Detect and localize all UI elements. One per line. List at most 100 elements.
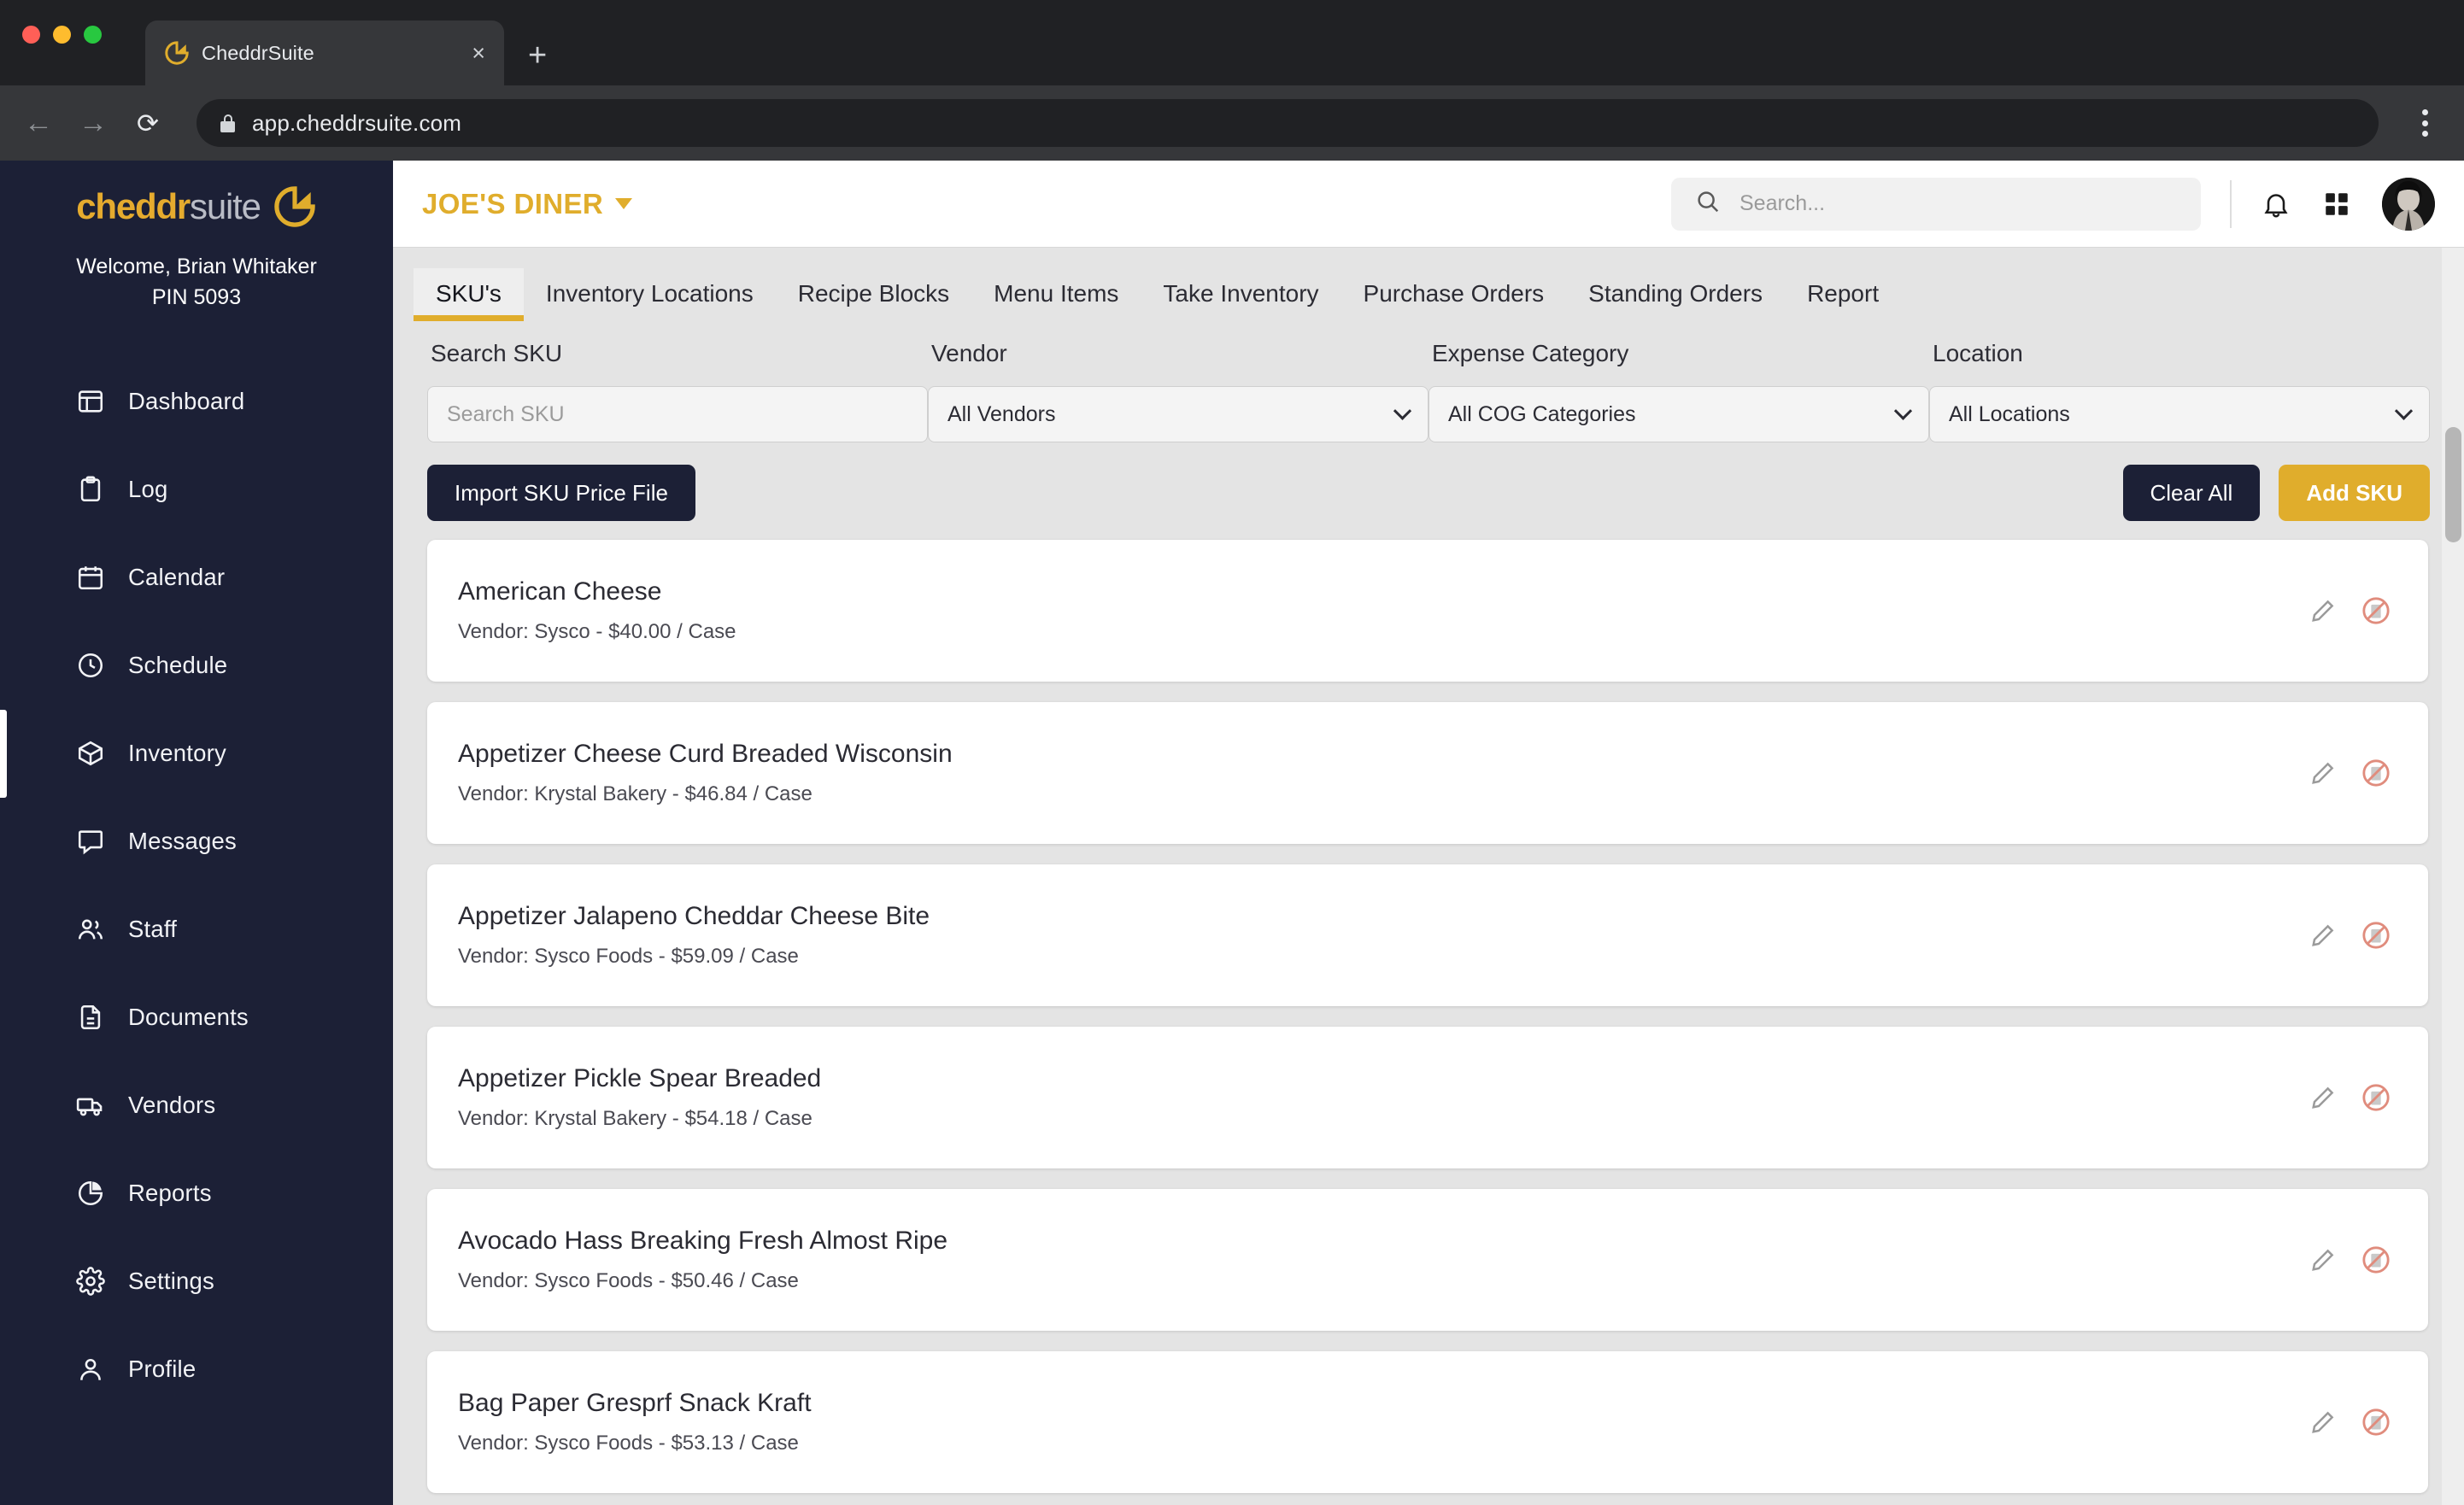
- page-scrollbar-thumb[interactable]: [2445, 427, 2461, 542]
- sku-name: Appetizer Cheese Curd Breaded Wisconsin: [458, 740, 953, 768]
- filter-label: Search SKU: [431, 340, 563, 366]
- forward-button[interactable]: →: [77, 108, 109, 138]
- sku-row-actions: [2310, 758, 2391, 788]
- clear-all-button[interactable]: Clear All: [2122, 465, 2261, 521]
- address-bar[interactable]: app.cheddrsuite.com: [197, 99, 2379, 147]
- pencil-edit-icon[interactable]: [2310, 922, 2336, 948]
- pie-chart-icon: [75, 1178, 106, 1209]
- tab-take-inventory[interactable]: Take Inventory: [1141, 268, 1341, 321]
- filter-label: Vendor: [931, 340, 1007, 366]
- tab-menu-items[interactable]: Menu Items: [971, 268, 1141, 321]
- tab-purchase-orders[interactable]: Purchase Orders: [1341, 268, 1567, 321]
- chevron-down-icon: [1893, 401, 1913, 420]
- chevron-down-icon: [615, 198, 633, 209]
- close-window-button[interactable]: [22, 26, 40, 44]
- filter-expense-category: Expense Category All COG Categories: [1429, 340, 1929, 442]
- location-brand-selector[interactable]: JOE'S DINER: [422, 188, 633, 220]
- pencil-edit-icon[interactable]: [2310, 598, 2336, 624]
- clipboard-icon: [75, 474, 106, 505]
- gear-icon: [75, 1266, 106, 1297]
- address-bar-url: app.cheddrsuite.com: [252, 109, 462, 136]
- sidebar-item-profile[interactable]: Profile: [0, 1326, 393, 1414]
- window-traffic-lights: [22, 26, 102, 44]
- close-tab-button[interactable]: ×: [472, 41, 485, 65]
- lock-icon: [220, 114, 235, 132]
- no-delete-icon[interactable]: [2361, 596, 2391, 625]
- browser-menu-button[interactable]: [2408, 109, 2442, 137]
- tab-standing-orders[interactable]: Standing Orders: [1566, 268, 1785, 321]
- sku-row-actions: [2310, 921, 2391, 950]
- tab-report[interactable]: Report: [1785, 268, 1901, 321]
- table-row[interactable]: Avocado Hass Breaking Fresh Almost Ripe …: [427, 1189, 2428, 1331]
- table-row[interactable]: American Cheese Vendor: Sysco - $40.00 /…: [427, 540, 2428, 682]
- import-sku-price-file-button[interactable]: Import SKU Price File: [427, 465, 695, 521]
- pencil-edit-icon[interactable]: [2310, 1085, 2336, 1110]
- welcome-pin: PIN 5093: [151, 285, 242, 310]
- table-row[interactable]: Appetizer Jalapeno Cheddar Cheese Bite V…: [427, 864, 2428, 1006]
- app-logo-text: cheddrsuite: [76, 186, 261, 227]
- table-row[interactable]: Bag Paper Gresprf Snack Kraft Vendor: Sy…: [427, 1351, 2428, 1493]
- sku-detail: Vendor: Sysco Foods - $59.09 / Case: [458, 945, 799, 968]
- sidebar-nav: Dashboard Log Calendar Schedule Inventor…: [0, 358, 393, 1414]
- sidebar-item-log[interactable]: Log: [0, 446, 393, 534]
- global-search[interactable]: [1671, 177, 2201, 231]
- tab-inventory-locations[interactable]: Inventory Locations: [524, 268, 776, 321]
- sidebar-item-dashboard[interactable]: Dashboard: [0, 358, 393, 446]
- user-avatar[interactable]: [2382, 177, 2435, 231]
- search-input[interactable]: [1739, 191, 2177, 216]
- sku-detail: Vendor: Krystal Bakery - $54.18 / Case: [458, 1107, 813, 1130]
- sidebar-item-label: Documents: [128, 1004, 249, 1030]
- vendor-select[interactable]: All Vendors: [928, 386, 1429, 442]
- search-sku-field[interactable]: [427, 386, 928, 442]
- minimize-window-button[interactable]: [53, 26, 71, 44]
- sidebar-item-schedule[interactable]: Schedule: [0, 622, 393, 710]
- sidebar-item-calendar[interactable]: Calendar: [0, 534, 393, 622]
- welcome-block: Welcome, Brian Whitaker PIN 5093: [0, 251, 393, 313]
- sidebar-item-messages[interactable]: Messages: [0, 798, 393, 886]
- filter-vendor: Vendor All Vendors: [928, 340, 1429, 442]
- no-delete-icon[interactable]: [2361, 1408, 2391, 1437]
- no-delete-icon[interactable]: [2361, 1083, 2391, 1112]
- sidebar-item-settings[interactable]: Settings: [0, 1238, 393, 1326]
- no-delete-icon[interactable]: [2361, 921, 2391, 950]
- clock-icon: [75, 650, 106, 681]
- no-delete-icon[interactable]: [2361, 758, 2391, 788]
- filter-search-sku: Search SKU: [427, 340, 928, 442]
- sidebar-item-label: Profile: [128, 1356, 197, 1382]
- search-sku-input[interactable]: [447, 401, 908, 427]
- sidebar-item-documents[interactable]: Documents: [0, 974, 393, 1062]
- browser-window: CheddrSuite × + ← → ⟳ app.cheddrsuite.co…: [0, 0, 2464, 1505]
- cheddrsuite-logo-icon: [164, 40, 190, 66]
- sidebar-item-label: Calendar: [128, 564, 226, 590]
- back-button[interactable]: ←: [22, 108, 55, 138]
- sidebar-item-vendors[interactable]: Vendors: [0, 1062, 393, 1150]
- tab-skus[interactable]: SKU's: [414, 268, 524, 321]
- table-row[interactable]: Appetizer Pickle Spear Breaded Vendor: K…: [427, 1027, 2428, 1168]
- tab-recipe-blocks[interactable]: Recipe Blocks: [776, 268, 971, 321]
- pencil-edit-icon[interactable]: [2310, 760, 2336, 786]
- sku-row-actions: [2310, 1083, 2391, 1112]
- sidebar-item-reports[interactable]: Reports: [0, 1150, 393, 1238]
- filter-label: Location: [1933, 340, 2023, 366]
- grid-icon[interactable]: [2322, 190, 2351, 219]
- bell-icon[interactable]: [2261, 189, 2291, 220]
- pencil-edit-icon[interactable]: [2310, 1409, 2336, 1435]
- reload-button[interactable]: ⟳: [132, 110, 164, 137]
- location-select[interactable]: All Locations: [1929, 386, 2430, 442]
- expense-category-select[interactable]: All COG Categories: [1429, 386, 1929, 442]
- truck-icon: [75, 1090, 106, 1121]
- sidebar-item-label: Log: [128, 476, 168, 502]
- no-delete-icon[interactable]: [2361, 1245, 2391, 1274]
- page-scrollbar[interactable]: [2442, 248, 2464, 1505]
- browser-tab[interactable]: CheddrSuite ×: [145, 20, 504, 85]
- table-row[interactable]: Appetizer Cheese Curd Breaded Wisconsin …: [427, 702, 2428, 844]
- welcome-user: Welcome, Brian Whitaker: [76, 255, 317, 278]
- new-tab-button[interactable]: +: [528, 39, 547, 72]
- pencil-edit-icon[interactable]: [2310, 1247, 2336, 1273]
- filter-bar: Search SKU Vendor All Vendors Expens: [393, 321, 2464, 442]
- sidebar-item-staff[interactable]: Staff: [0, 886, 393, 974]
- maximize-window-button[interactable]: [84, 26, 102, 44]
- add-sku-button[interactable]: Add SKU: [2279, 465, 2430, 521]
- app-logo[interactable]: cheddrsuite: [0, 161, 393, 229]
- sidebar-item-inventory[interactable]: Inventory: [0, 709, 393, 798]
